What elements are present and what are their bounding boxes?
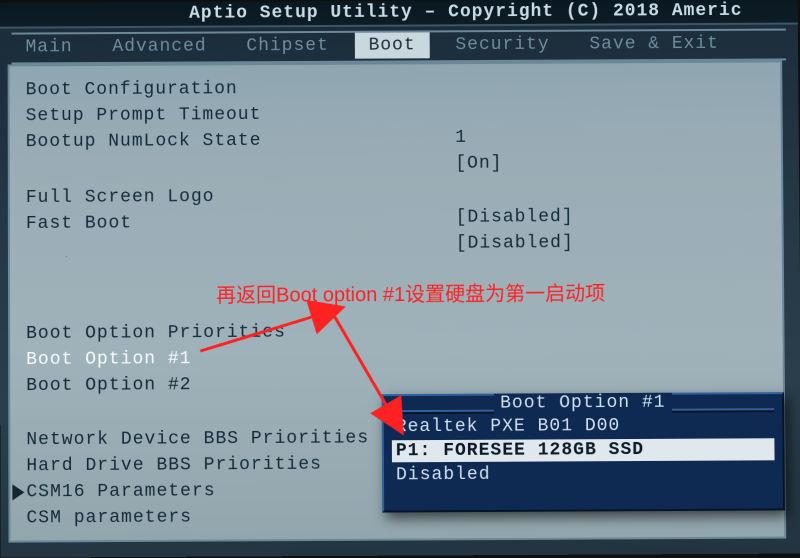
popup-option-1[interactable]: P1: FORESEE 128GB SSD — [392, 438, 775, 462]
setup-prompt-label: Setup Prompt Timeout — [26, 105, 262, 126]
section-heading: Boot Configuration — [26, 76, 785, 100]
boot-option-1-row[interactable]: Boot Option #1 — [26, 346, 787, 370]
numlock-value: [On] — [455, 154, 502, 174]
fullscreen-logo-label: Full Screen Logo — [26, 187, 215, 208]
popup-option-2[interactable]: Disabled — [392, 462, 775, 486]
tab-save-exit[interactable]: Save & Exit — [575, 31, 733, 58]
cursor-icon — [12, 484, 24, 500]
setup-prompt-row[interactable]: Setup Prompt Timeout 1 — [26, 102, 785, 126]
fastboot-label: Fast Boot — [26, 213, 132, 234]
tab-advanced[interactable]: Advanced — [98, 33, 220, 60]
priorities-heading: Boot Option Priorities — [26, 320, 786, 344]
boot-option-1-label: Boot Option #1 — [26, 349, 191, 370]
numlock-row[interactable]: Bootup NumLock State [On] — [26, 128, 785, 152]
annotation-text: 再返回Boot option #1设置硬盘为第一启动项 — [216, 277, 605, 308]
fastboot-value: [Disabled] — [456, 233, 574, 254]
tab-chipset[interactable]: Chipset — [232, 33, 343, 59]
utility-title: Aptio Setup Utility – Copyright (C) 2018… — [189, 1, 743, 24]
tab-main[interactable]: Main — [12, 34, 87, 60]
title-bar: Aptio Setup Utility – Copyright (C) 2018… — [0, 0, 798, 29]
bios-screen: Aptio Setup Utility – Copyright (C) 2018… — [0, 0, 800, 558]
boot-option-popup: Boot Option #1 Realtek PXE B01 D00 P1: F… — [382, 392, 785, 512]
popup-title: Boot Option #1 — [384, 392, 783, 418]
numlock-label: Bootup NumLock State — [26, 131, 262, 152]
menu-bar: Main Advanced Chipset Boot Security Save… — [12, 29, 787, 65]
tab-boot[interactable]: Boot — [355, 32, 430, 58]
fullscreen-logo-row[interactable]: Full Screen Logo [Disabled] — [26, 184, 786, 208]
tab-security[interactable]: Security — [441, 32, 563, 59]
boot-option-2-label: Boot Option #2 — [26, 375, 191, 396]
fastboot-row[interactable]: Fast Boot [Disabled] — [26, 210, 786, 234]
